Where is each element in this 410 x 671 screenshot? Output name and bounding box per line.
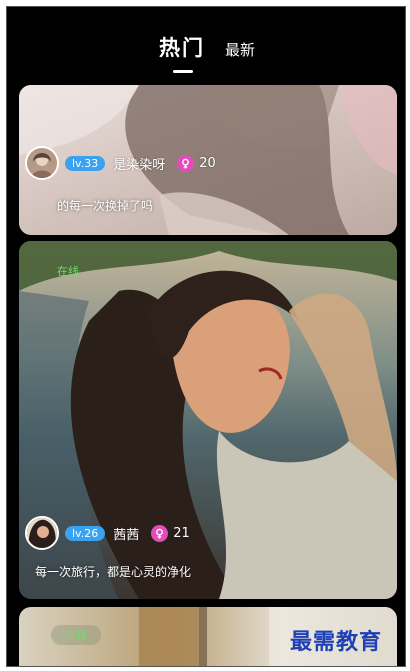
post-card[interactable]: 在线 lv.26 茜茜 21 每一次旅行，都是心灵的净化 xyxy=(19,241,397,599)
level-badge: lv.33 xyxy=(65,155,106,171)
post-caption: 的每一次换掉了吗 xyxy=(57,199,154,213)
tab-latest[interactable]: 最新 xyxy=(225,39,255,60)
tab-hot[interactable]: 热门 xyxy=(159,32,205,62)
post-author-row: lv.26 茜茜 21 xyxy=(25,513,190,553)
post-card[interactable]: lv.33 是染染呀 20 的每一次换掉了吗 xyxy=(19,85,397,235)
online-status: 在线 xyxy=(51,625,101,645)
post-caption: 每一次旅行，都是心灵的净化 xyxy=(35,565,192,579)
avatar[interactable] xyxy=(25,146,59,180)
like-count: 21 xyxy=(173,525,190,541)
active-tab-indicator xyxy=(173,70,193,73)
female-icon xyxy=(177,154,195,172)
app-screen: 热门 最新 lv.33 是染染呀 20 的每一次换掉了吗 在线 lv.26 茜茜… xyxy=(6,6,406,667)
username[interactable]: 是染染呀 xyxy=(113,154,165,173)
watermark-logo: 最需教育 xyxy=(290,629,383,655)
username[interactable]: 茜茜 xyxy=(113,524,139,543)
level-badge: lv.26 xyxy=(65,525,106,541)
like-count: 20 xyxy=(199,155,216,171)
top-tab-bar: 热门 最新 xyxy=(7,7,405,87)
online-status: 在线 xyxy=(57,265,79,278)
post-author-row: lv.33 是染染呀 20 xyxy=(25,143,216,183)
female-icon xyxy=(151,524,169,542)
avatar[interactable] xyxy=(25,516,59,550)
